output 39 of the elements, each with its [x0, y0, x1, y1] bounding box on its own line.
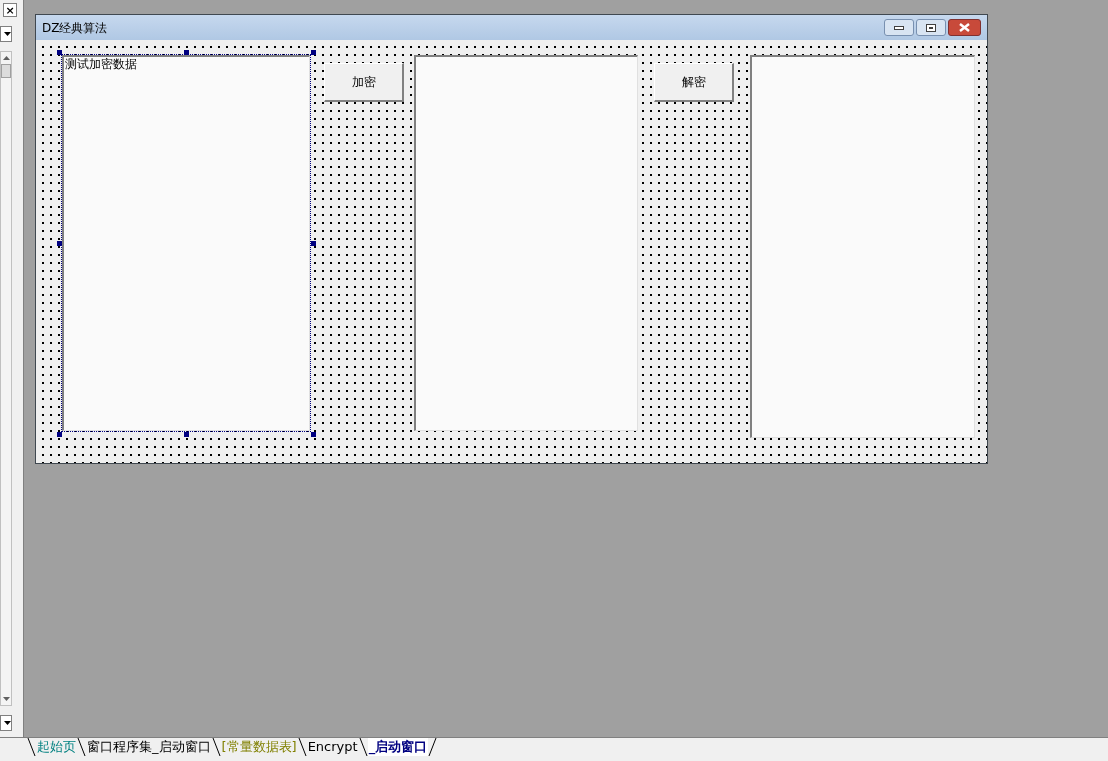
tab-separator [297, 738, 307, 756]
tab-separator [77, 738, 86, 756]
tab-separator [211, 738, 221, 756]
minimize-icon [894, 25, 904, 30]
text-box[interactable] [750, 55, 975, 438]
tab[interactable]: [常量数据表] [220, 738, 298, 756]
tab[interactable]: 窗口程序集_启动窗口 [86, 738, 212, 756]
form-button[interactable]: 加密 [324, 63, 404, 102]
caret-icon [4, 721, 11, 725]
tab-separator [428, 738, 438, 756]
tab-separator [358, 738, 368, 756]
resize-handle[interactable] [311, 50, 316, 55]
scroll-down-icon[interactable] [2, 697, 10, 701]
scroll-thumb[interactable] [1, 64, 11, 78]
tab[interactable]: _启动窗口 [367, 738, 429, 756]
resize-handle[interactable] [57, 50, 62, 55]
resize-handle[interactable] [311, 432, 316, 437]
resize-handle[interactable] [57, 241, 62, 246]
text-box[interactable] [414, 55, 638, 431]
resize-handle[interactable] [311, 241, 316, 246]
window-title: DZ经典算法 [42, 19, 109, 37]
tab-separator [27, 738, 36, 756]
maximize-button[interactable] [916, 19, 946, 36]
caret-icon [4, 32, 11, 36]
text-box[interactable]: 测试加密数据 [62, 55, 310, 431]
maximize-icon [926, 23, 936, 32]
scrollbar[interactable] [0, 51, 12, 706]
close-button[interactable] [948, 19, 981, 36]
close-button[interactable]: × [3, 3, 17, 17]
resize-handle[interactable] [184, 50, 189, 55]
scroll-up-icon[interactable] [2, 56, 10, 60]
minimize-button[interactable] [884, 19, 914, 36]
dropdown-field[interactable] [0, 715, 12, 731]
form-button[interactable]: 解密 [654, 63, 734, 102]
resize-handle[interactable] [57, 432, 62, 437]
tab[interactable]: 起始页 [36, 738, 77, 756]
resize-handle[interactable] [184, 432, 189, 437]
close-icon [959, 23, 970, 32]
dropdown-field[interactable] [0, 26, 12, 42]
